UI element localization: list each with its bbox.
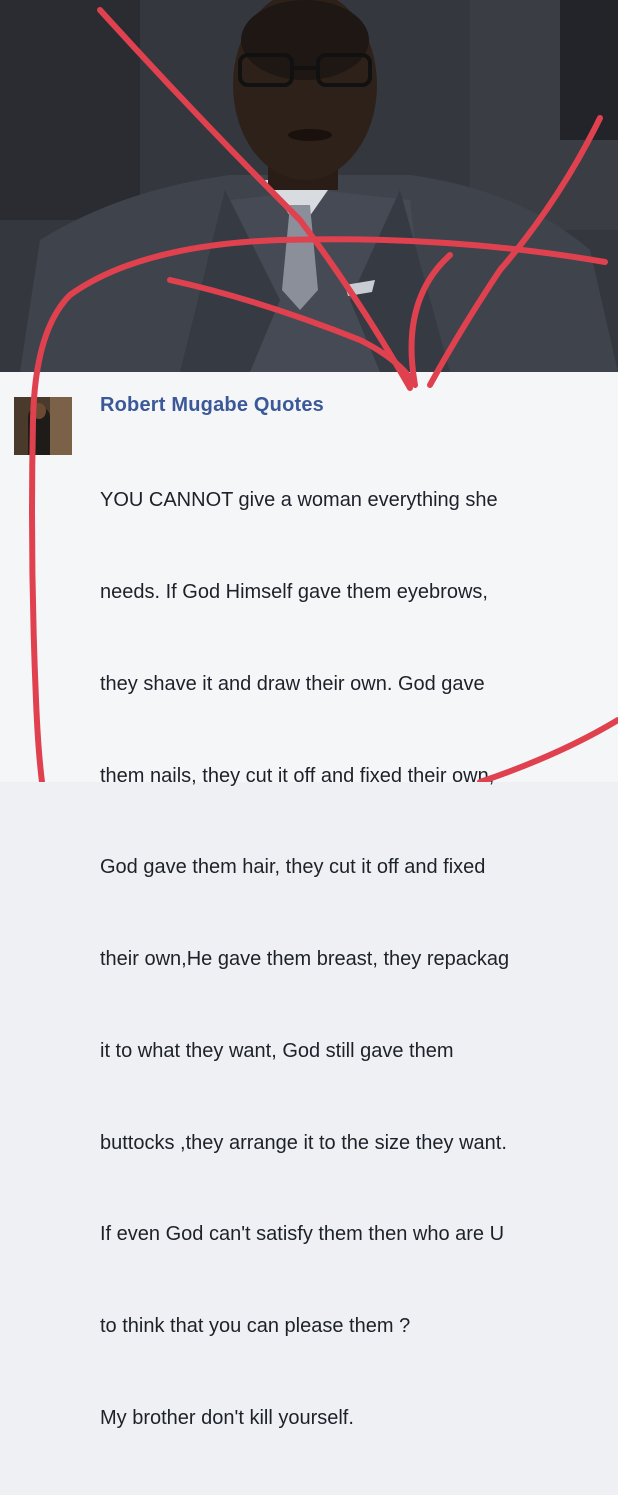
post-text-line: YOU CANNOT give a woman everything she [100,489,498,512]
post-text-line: God gave them hair, they cut it off and … [100,856,486,879]
man-in-suit-photo [0,0,618,372]
quote-post: Robert Mugabe Quotes YOU CANNOT give a w… [0,372,618,1429]
header-photo [0,0,618,372]
post-text-line: My brother don't kill yourself. [100,1407,354,1429]
post-text-line: needs. If God Himself gave them eyebrows… [100,580,488,603]
post-text-line: to think that you can please them ? [100,1315,411,1338]
page-avatar[interactable] [14,397,72,455]
post-text-line: If even God can't satisfy them then who … [100,1223,505,1246]
post-text-line: them nails, they cut it off and fixed th… [100,764,495,787]
post-text-line: it to what they want, God still gave the… [100,1039,454,1062]
post-text: YOU CANNOT give a woman everything she n… [100,424,616,1495]
post-text-line: buttocks ,they arrange it to the size th… [100,1131,507,1154]
post-text-line: they shave it and draw their own. God ga… [100,672,485,695]
page-name-link[interactable]: Robert Mugabe Quotes [100,394,324,417]
post-text-line: their own,He gave them breast, they repa… [100,948,510,971]
